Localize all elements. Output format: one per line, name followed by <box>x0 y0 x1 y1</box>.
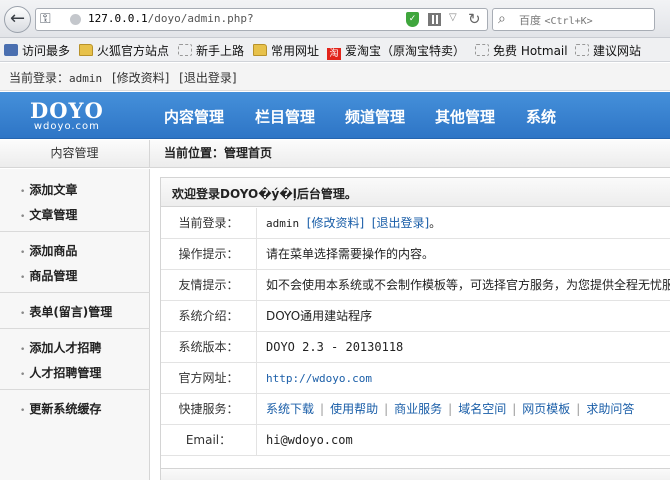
service-domain-link[interactable]: 域名空间 <box>458 402 506 416</box>
info-row-login: 当前登录： admin [修改资料] [退出登录]。 <box>161 208 670 239</box>
nav-system[interactable]: 系统 <box>526 106 556 127</box>
sidebar-divider <box>0 231 150 232</box>
second-panel-header <box>160 468 670 480</box>
bullet-icon: • <box>20 212 26 222</box>
dashed-page-icon <box>475 44 489 56</box>
folder-icon <box>253 44 267 56</box>
sidebar-item-add-recruitment[interactable]: • 添加人才招聘 <box>20 339 101 356</box>
sidebar-item-form-management[interactable]: • 表单(留言)管理 <box>20 303 112 320</box>
folder-icon <box>79 44 93 56</box>
sidebar-divider <box>0 389 150 390</box>
info-row-official-site: 官方网址： http://wdoyo.com <box>161 363 670 394</box>
service-business-link[interactable]: 商业服务 <box>394 402 442 416</box>
browser-navbar: ← ⚿ 127.0.0.1/doyo/admin.php? ✓ ▽ ↻ ⌕ 百度… <box>0 0 670 38</box>
taobao-icon: 淘 <box>327 48 341 60</box>
search-engine-icon[interactable]: ⌕ <box>498 11 506 27</box>
site-identity-icon[interactable] <box>70 14 81 25</box>
service-qa-link[interactable]: 求助问答 <box>586 402 634 416</box>
dashed-page-icon <box>575 44 589 56</box>
sidebar-item-update-cache[interactable]: • 更新系统缓存 <box>20 400 101 417</box>
key-icon[interactable]: ⚿ <box>40 11 51 27</box>
info-row-email: Email： hi@wdoyo.com <box>161 425 670 456</box>
sidebar-item-add-product[interactable]: • 添加商品 <box>20 242 77 259</box>
logo[interactable]: DOYO wdoyo.com <box>30 100 104 132</box>
nav-other-management[interactable]: 其他管理 <box>435 106 495 127</box>
official-site-link[interactable]: http://wdoyo.com <box>266 372 372 385</box>
bookmark-taobao[interactable]: 淘爱淘宝（原淘宝特卖） <box>327 42 465 60</box>
login-strip: 当前登录：admin [修改资料] [退出登录] <box>0 63 670 91</box>
welcome-title: 欢迎登录DOYO�ý�ļ后台管理。 <box>161 178 670 207</box>
nav-content-management[interactable]: 内容管理 <box>164 106 224 127</box>
info-row-services: 快捷服务： 系统下载 | 使用帮助 | 商业服务 | 域名空间 | 网页模板 | 求助问答 <box>161 394 670 425</box>
service-templates-link[interactable]: 网页模板 <box>522 402 570 416</box>
dropdown-arrow-icon[interactable]: ▽ <box>449 12 457 23</box>
profile-link-2[interactable]: [修改资料] <box>307 216 364 230</box>
dashed-page-icon <box>178 44 192 56</box>
search-bar[interactable]: ⌕ 百度 <Ctrl+K> <box>492 8 655 31</box>
shield-icon[interactable]: ✓ <box>406 12 419 27</box>
url-text[interactable]: 127.0.0.1/doyo/admin.php? <box>88 12 254 25</box>
info-panel: 欢迎登录DOYO�ý�ļ后台管理。 当前登录： admin [修改资料] [退出… <box>160 177 670 480</box>
bookmark-firefox-sites[interactable]: 火狐官方站点 <box>79 42 169 58</box>
info-row-friendly-tip: 友情提示： 如不会使用本系统或不会制作模板等，可选择官方服务，为您提供全程无忧服… <box>161 270 670 301</box>
bookmarks-toolbar: 访问最多 火狐官方站点 新手上路 常用网址 淘爱淘宝（原淘宝特卖） 免费 Hot… <box>0 38 670 62</box>
login-username: admin <box>69 72 103 85</box>
bullet-icon: • <box>20 309 26 319</box>
service-download-link[interactable]: 系统下载 <box>266 402 314 416</box>
nav-channel-management[interactable]: 频道管理 <box>345 106 405 127</box>
back-arrow-icon[interactable]: ← <box>4 6 31 33</box>
qr-code-icon[interactable] <box>428 13 441 26</box>
logout-link-2[interactable]: [退出登录] <box>372 216 429 230</box>
bookmark-icon <box>4 44 18 56</box>
bookmark-common-sites[interactable]: 常用网址 <box>253 42 319 58</box>
search-placeholder: 百度 <Ctrl+K> <box>519 14 593 27</box>
info-row-tip: 操作提示： 请在菜单选择需要操作的内容。 <box>161 239 670 270</box>
bullet-icon: • <box>20 248 26 258</box>
sidebar-item-add-article[interactable]: • 添加文章 <box>20 181 77 198</box>
bullet-icon: • <box>20 345 26 355</box>
reload-icon[interactable]: ↻ <box>468 10 481 28</box>
bookmark-suggested-sites[interactable]: 建议网站 <box>575 42 641 58</box>
breadcrumb: 当前位置：管理首页 <box>164 146 273 160</box>
sidebar: • 添加文章 • 文章管理 • 添加商品 • 商品管理 • 表单(留言)管理 • 添加人才招… <box>0 169 150 480</box>
bullet-icon: • <box>20 370 26 380</box>
login-prefix: 当前登录： <box>9 71 70 85</box>
site-header: DOYO wdoyo.com 内容管理 栏目管理 频道管理 其他管理 系统 <box>0 92 670 139</box>
service-help-link[interactable]: 使用帮助 <box>330 402 378 416</box>
info-row-version: 系统版本： DOYO 2.3 - 20130118 <box>161 332 670 363</box>
sidebar-item-article-management[interactable]: • 文章管理 <box>20 206 77 223</box>
bullet-icon: • <box>20 187 26 197</box>
profile-link[interactable]: [修改资料] <box>112 71 169 85</box>
sidebar-item-product-management[interactable]: • 商品管理 <box>20 267 77 284</box>
bookmark-most-visited[interactable]: 访问最多 <box>4 42 70 58</box>
bullet-icon: • <box>20 273 26 283</box>
sidebar-item-recruitment-management[interactable]: • 人才招聘管理 <box>20 364 101 381</box>
breadcrumb-bar: 内容管理 当前位置：管理首页 <box>0 140 670 168</box>
sidebar-divider <box>0 328 150 329</box>
info-row-intro: 系统介绍： DOYO通用建站程序 <box>161 301 670 332</box>
logout-link[interactable]: [退出登录] <box>179 71 236 85</box>
sidebar-title: 内容管理 <box>0 140 150 168</box>
bookmark-getting-started[interactable]: 新手上路 <box>178 42 244 58</box>
sidebar-divider <box>0 292 150 293</box>
bullet-icon: • <box>20 406 26 416</box>
bookmark-hotmail[interactable]: 免费 Hotmail <box>475 42 568 58</box>
url-bar[interactable]: ⚿ 127.0.0.1/doyo/admin.php? ✓ ▽ ↻ <box>35 8 488 31</box>
nav-column-management[interactable]: 栏目管理 <box>255 106 315 127</box>
